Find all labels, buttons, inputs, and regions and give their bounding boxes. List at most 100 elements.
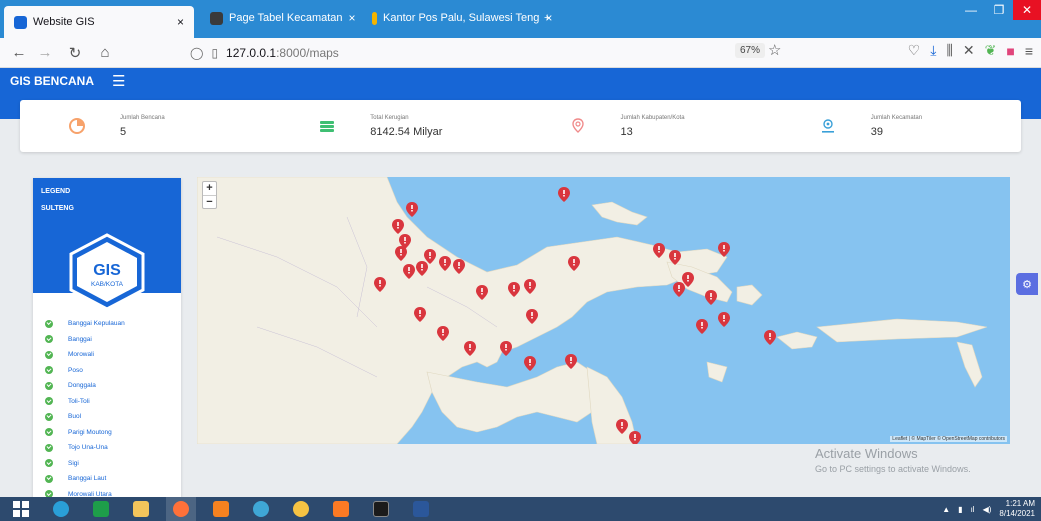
disaster-marker-icon[interactable] — [558, 187, 570, 202]
reload-icon[interactable]: ↻ — [64, 44, 86, 62]
a-circle-icon — [293, 501, 309, 517]
back-arrow-icon[interactable]: ← — [8, 44, 30, 61]
tab-page-tabel-kecamatan[interactable]: Page Tabel Kecamatan × — [200, 3, 360, 33]
disaster-marker-icon[interactable] — [424, 249, 436, 264]
taskbar-app-a[interactable] — [286, 497, 316, 521]
legend-item[interactable]: Parigi Moutong — [45, 425, 125, 441]
restore-icon[interactable]: ❐ — [985, 0, 1013, 20]
taskbar-sublime[interactable] — [206, 497, 236, 521]
taskbar-app-globe[interactable] — [246, 497, 276, 521]
disaster-marker-icon[interactable] — [705, 290, 717, 305]
library-icon[interactable]: ⫼ — [946, 42, 952, 59]
disaster-marker-icon[interactable] — [437, 326, 449, 341]
zoom-in-button[interactable]: + — [203, 182, 216, 195]
disaster-marker-icon[interactable] — [392, 219, 404, 234]
disaster-marker-icon[interactable] — [500, 341, 512, 356]
legend-item[interactable]: Donggala — [45, 378, 125, 394]
home-icon[interactable]: ⌂ — [94, 44, 116, 61]
volume-icon[interactable]: ◀) — [983, 505, 992, 514]
app-header: GIS BENCANA ☰ — [0, 68, 1041, 94]
disaster-marker-icon[interactable] — [565, 354, 577, 369]
close-tab-icon[interactable]: × — [177, 15, 184, 29]
extension-x-icon[interactable]: ✕ — [963, 42, 975, 59]
sublime-icon — [213, 501, 229, 517]
disaster-marker-icon[interactable] — [403, 264, 415, 279]
legend-item[interactable]: Banggai — [45, 332, 125, 348]
disaster-marker-icon[interactable] — [616, 419, 628, 434]
start-button[interactable] — [6, 497, 36, 521]
tray-chevron-icon[interactable]: ▲ — [942, 505, 950, 514]
download-icon[interactable]: ⤓ — [930, 42, 936, 59]
window-close-icon[interactable]: ✕ — [1013, 0, 1041, 20]
extension-badge-icon[interactable]: ■ — [1006, 43, 1014, 59]
disaster-marker-icon[interactable] — [526, 309, 538, 324]
taskbar-firefox[interactable] — [166, 497, 196, 521]
minimize-icon[interactable]: — — [957, 0, 985, 20]
folder-icon — [133, 501, 149, 517]
disaster-marker-icon[interactable] — [524, 356, 536, 371]
tab-kantor-pos[interactable]: Kantor Pos Palu, Sulawesi Teng × — [362, 3, 552, 33]
disaster-marker-icon[interactable] — [406, 202, 418, 217]
hamburger-menu-icon[interactable]: ☰ — [112, 72, 125, 90]
network-icon[interactable]: ▮ — [958, 505, 962, 514]
signal-icon[interactable]: ıl — [971, 505, 975, 514]
legend-item[interactable]: Sigi — [45, 456, 125, 472]
map-attribution[interactable]: Leaflet | © MapTiler © OpenStreetMap con… — [890, 436, 1007, 442]
disaster-marker-icon[interactable] — [439, 256, 451, 271]
map-view[interactable]: + − Leaflet | © MapTiler © OpenStreetMap… — [197, 177, 1010, 444]
legend-item[interactable]: Tojo Una-Una — [45, 440, 125, 456]
address-bar[interactable]: ◯ ▯ 127.0.0.1:8000/maps — [190, 42, 795, 64]
forward-arrow-icon[interactable]: → — [34, 44, 56, 61]
new-tab-button[interactable]: + — [534, 3, 560, 33]
legend-item[interactable]: Morowali — [45, 347, 125, 363]
zoom-level-badge[interactable]: 67% — [735, 43, 766, 58]
pocket-icon[interactable]: ♡ — [908, 42, 921, 59]
disaster-marker-icon[interactable] — [464, 341, 476, 356]
disaster-marker-icon[interactable] — [718, 242, 730, 257]
disaster-marker-icon[interactable] — [718, 312, 730, 327]
legend-item[interactable]: Banggai Laut — [45, 471, 125, 487]
shield-icon[interactable]: ◯ — [190, 46, 203, 60]
legend-item[interactable]: Buol — [45, 409, 125, 425]
gis-title: GIS — [93, 262, 121, 279]
disaster-marker-icon[interactable] — [696, 319, 708, 334]
disaster-marker-icon[interactable] — [669, 250, 681, 265]
taskbar-xampp[interactable] — [326, 497, 356, 521]
disaster-marker-icon[interactable] — [416, 261, 428, 276]
disaster-marker-icon[interactable] — [673, 282, 685, 297]
clock[interactable]: 1:21 AM 8/14/2021 — [999, 499, 1035, 519]
marker-layer — [374, 187, 776, 444]
extension-leaf-icon[interactable]: ❦ — [985, 42, 997, 59]
disaster-marker-icon[interactable] — [653, 243, 665, 258]
taskbar-explorer[interactable] — [126, 497, 156, 521]
disaster-marker-icon[interactable] — [508, 282, 520, 297]
taskbar-store[interactable] — [86, 497, 116, 521]
stat-value: 8142.54 Milyar — [370, 125, 443, 138]
disaster-marker-icon[interactable] — [568, 256, 580, 271]
menu-icon[interactable]: ≡ — [1025, 43, 1033, 59]
taskbar-word[interactable] — [406, 497, 436, 521]
disaster-marker-icon[interactable] — [395, 246, 407, 261]
disaster-marker-icon[interactable] — [524, 279, 536, 294]
disaster-marker-icon[interactable] — [476, 285, 488, 300]
legend-item-label: Toli-Toli — [68, 397, 90, 405]
disaster-marker-icon[interactable] — [453, 259, 465, 274]
taskbar-ie[interactable] — [46, 497, 76, 521]
disaster-marker-icon[interactable] — [764, 330, 776, 345]
taskbar-terminal[interactable] — [366, 497, 396, 521]
legend-item[interactable]: Poso — [45, 363, 125, 379]
legend-item[interactable]: Banggai Kepulauan — [45, 316, 125, 332]
browser-tab-bar: Website GIS × Page Tabel Kecamatan × Kan… — [0, 0, 1041, 38]
stat-value: 5 — [120, 125, 127, 138]
close-tab-icon[interactable]: × — [349, 11, 356, 25]
zoom-out-button[interactable]: − — [203, 195, 216, 208]
disaster-marker-icon[interactable] — [414, 307, 426, 322]
watermark-subtitle: Go to PC settings to activate Windows. — [815, 464, 971, 474]
settings-gear-icon[interactable]: ⚙ — [1016, 273, 1038, 295]
disaster-marker-icon[interactable] — [374, 277, 386, 292]
legend-item[interactable]: Toli-Toli — [45, 394, 125, 410]
bookmark-star-icon[interactable]: ☆ — [768, 41, 781, 59]
disaster-marker-icon[interactable] — [629, 431, 641, 444]
tab-website-gis[interactable]: Website GIS × — [4, 6, 194, 38]
brand-title[interactable]: GIS BENCANA — [10, 74, 94, 88]
